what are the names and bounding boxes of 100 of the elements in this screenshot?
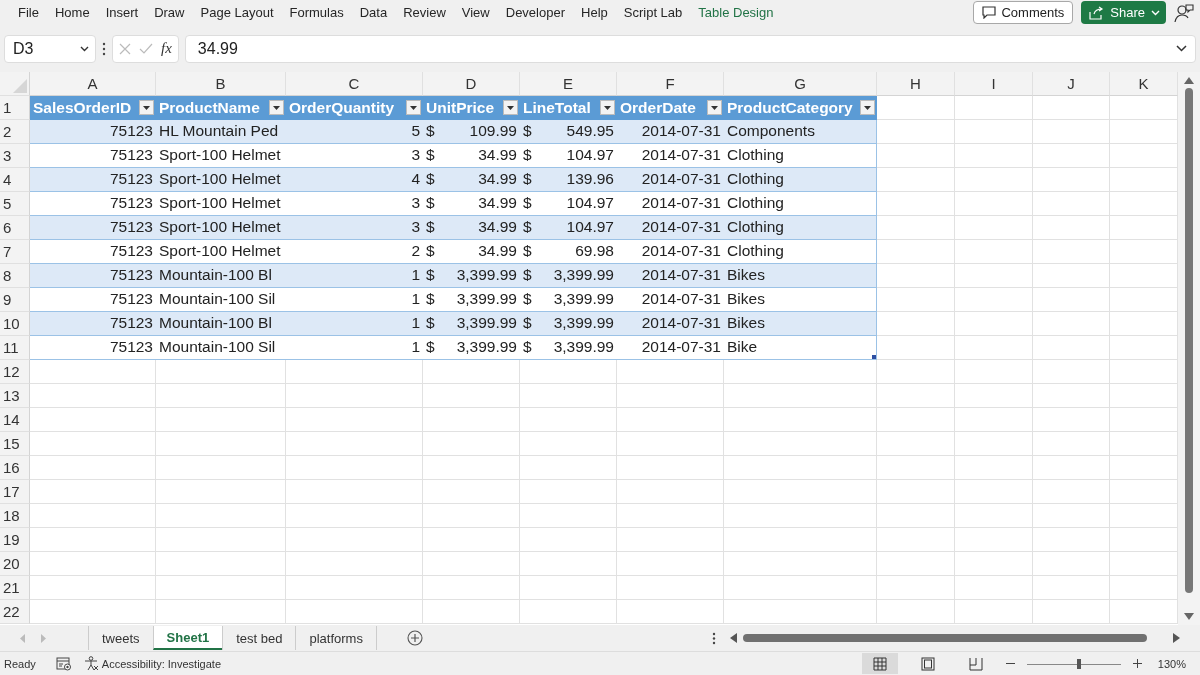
share-button[interactable]: Share [1081, 1, 1166, 25]
empty-cell[interactable] [955, 359, 1033, 384]
empty-cell[interactable] [1033, 527, 1110, 552]
comments-button[interactable]: Comments [973, 1, 1074, 25]
empty-cell[interactable] [286, 503, 423, 528]
empty-cell[interactable] [724, 575, 877, 600]
empty-cell[interactable] [617, 527, 724, 552]
scroll-right-icon[interactable] [1173, 633, 1180, 644]
empty-cell[interactable] [1033, 335, 1110, 360]
name-box[interactable]: D3 [4, 34, 96, 63]
add-sheet-icon[interactable] [406, 630, 423, 647]
empty-cell[interactable] [423, 479, 520, 504]
empty-cell[interactable] [286, 527, 423, 552]
empty-cell[interactable] [156, 431, 286, 456]
empty-cell[interactable] [955, 287, 1033, 312]
sheet-tab[interactable]: platforms [295, 626, 377, 651]
previous-sheet-icon[interactable] [20, 633, 26, 643]
ribbon-tab[interactable]: Review [395, 2, 454, 24]
filter-button[interactable] [600, 100, 615, 116]
filter-button[interactable] [139, 100, 154, 116]
empty-cell[interactable] [423, 455, 520, 480]
empty-cell[interactable] [877, 383, 955, 408]
row-header[interactable]: 13 [0, 383, 30, 408]
row-header[interactable]: 9 [0, 287, 30, 312]
filter-button[interactable] [860, 100, 875, 116]
empty-cell[interactable] [724, 479, 877, 504]
empty-cell[interactable] [520, 359, 617, 384]
empty-cell[interactable] [955, 215, 1033, 240]
empty-cell[interactable] [955, 431, 1033, 456]
scroll-down-icon[interactable] [1184, 613, 1194, 622]
ribbon-tab[interactable]: Help [573, 2, 616, 24]
empty-cell[interactable] [1033, 383, 1110, 408]
empty-cell[interactable] [1033, 167, 1110, 192]
empty-cell[interactable] [724, 455, 877, 480]
empty-cell[interactable] [1033, 287, 1110, 312]
scroll-thumb[interactable] [1185, 87, 1193, 594]
row-header[interactable]: 5 [0, 191, 30, 216]
empty-cell[interactable] [423, 503, 520, 528]
empty-cell[interactable] [286, 551, 423, 576]
empty-cell[interactable] [617, 479, 724, 504]
insert-function-button[interactable]: fx [161, 40, 172, 58]
ribbon-tab[interactable]: Insert [97, 2, 147, 24]
empty-cell[interactable] [423, 551, 520, 576]
empty-cell[interactable] [955, 383, 1033, 408]
empty-cell[interactable] [286, 455, 423, 480]
empty-cell[interactable] [286, 383, 423, 408]
column-header[interactable]: A [30, 71, 156, 96]
next-sheet-icon[interactable] [40, 633, 46, 643]
empty-cell[interactable] [724, 383, 877, 408]
row-header[interactable]: 1 [0, 95, 30, 120]
formula-input[interactable]: 34.99 [184, 34, 1196, 63]
empty-cell[interactable] [1033, 263, 1110, 288]
empty-cell[interactable] [286, 599, 423, 624]
ribbon-tab[interactable]: Script Lab [615, 2, 691, 24]
empty-cell[interactable] [955, 191, 1033, 216]
ribbon-tab[interactable]: File [10, 2, 47, 24]
empty-cell[interactable] [955, 575, 1033, 600]
empty-cell[interactable] [617, 575, 724, 600]
empty-cell[interactable] [877, 599, 955, 624]
empty-cell[interactable] [955, 599, 1033, 624]
empty-cell[interactable] [423, 575, 520, 600]
empty-cell[interactable] [877, 503, 955, 528]
empty-cell[interactable] [156, 599, 286, 624]
empty-cell[interactable] [1033, 191, 1110, 216]
empty-cell[interactable] [877, 431, 955, 456]
empty-cell[interactable] [617, 455, 724, 480]
empty-cell[interactable] [617, 503, 724, 528]
empty-cell[interactable] [286, 479, 423, 504]
column-header[interactable]: J [1033, 71, 1110, 96]
empty-cell[interactable] [724, 407, 877, 432]
column-header[interactable]: K [1110, 71, 1178, 96]
row-header[interactable]: 6 [0, 215, 30, 240]
empty-cell[interactable] [156, 455, 286, 480]
ribbon-tab[interactable]: Developer [497, 2, 573, 24]
column-header[interactable]: G [724, 71, 877, 96]
empty-cell[interactable] [955, 311, 1033, 336]
row-header[interactable]: 3 [0, 143, 30, 168]
empty-cell[interactable] [1033, 239, 1110, 264]
sheet-tab[interactable]: tweets [88, 626, 153, 651]
row-header[interactable]: 7 [0, 239, 30, 264]
row-header[interactable]: 15 [0, 431, 30, 456]
empty-cell[interactable] [156, 551, 286, 576]
empty-cell[interactable] [877, 575, 955, 600]
row-header[interactable]: 18 [0, 503, 30, 528]
row-header[interactable]: 8 [0, 263, 30, 288]
empty-cell[interactable] [1033, 407, 1110, 432]
column-header[interactable]: D [423, 71, 520, 96]
accessibility-button[interactable]: Accessibility: Investigate [83, 656, 221, 672]
empty-cell[interactable] [877, 359, 955, 384]
empty-cell[interactable] [724, 599, 877, 624]
empty-cell[interactable] [617, 359, 724, 384]
empty-cell[interactable] [1033, 599, 1110, 624]
select-all-icon[interactable] [13, 78, 27, 93]
row-header[interactable]: 16 [0, 455, 30, 480]
empty-cell[interactable] [877, 407, 955, 432]
empty-cell[interactable] [955, 503, 1033, 528]
empty-cell[interactable] [423, 527, 520, 552]
empty-cell[interactable] [156, 527, 286, 552]
column-header[interactable]: E [520, 71, 617, 96]
row-header[interactable]: 12 [0, 359, 30, 384]
